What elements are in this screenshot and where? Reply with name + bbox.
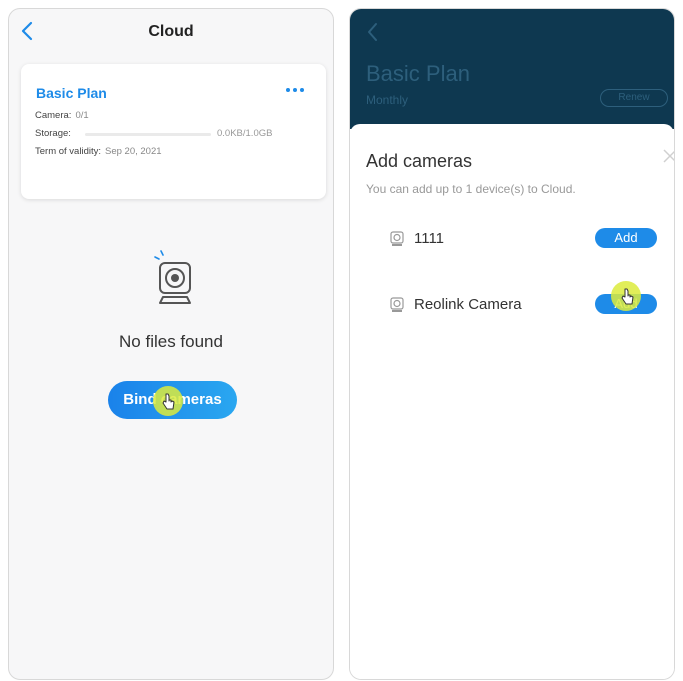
add-cameras-screen: Basic Plan Monthly Renew Add cameras You…	[349, 8, 675, 680]
renew-button[interactable]: Renew	[600, 89, 668, 107]
page-title: Cloud	[148, 23, 194, 40]
term-row: Term of validity: Sep 20, 2021	[35, 146, 162, 157]
cloud-screen: Cloud Basic Plan Camera: 0/1 Storage: 0.0…	[8, 8, 334, 680]
camera-icon	[154, 250, 191, 304]
camera-label: Camera:	[35, 110, 72, 121]
hand-cursor-icon	[162, 393, 175, 410]
plan-header: Basic Plan Monthly Renew	[350, 9, 674, 129]
camera-name: Reolink Camera	[414, 296, 522, 313]
more-horizontal-icon[interactable]	[286, 79, 312, 92]
camera-icon	[390, 297, 404, 312]
camera-value: 0/1	[75, 110, 89, 121]
sheet-subtitle: You can add up to 1 device(s) to Cloud.	[366, 182, 576, 196]
hand-cursor-icon	[621, 288, 634, 305]
camera-icon	[390, 231, 404, 246]
camera-count-row: Camera: 0/1	[35, 110, 89, 121]
storage-label: Storage:	[35, 128, 71, 139]
storage-row: Storage:	[35, 128, 71, 139]
plan-card: Basic Plan Camera: 0/1 Storage: 0.0KB/1.0…	[21, 64, 326, 199]
sheet-title: Add cameras	[366, 151, 473, 171]
header: Cloud	[9, 9, 333, 53]
close-icon[interactable]	[662, 148, 675, 164]
add-camera-button[interactable]: Add	[595, 228, 657, 248]
empty-state-message: No files found	[119, 332, 223, 351]
term-label: Term of validity:	[35, 146, 101, 157]
plan-title: Basic Plan	[366, 61, 470, 86]
chevron-left-icon[interactable]	[364, 21, 382, 43]
term-value: Sep 20, 2021	[105, 146, 162, 157]
camera-list-item: 1111 Add	[350, 224, 674, 254]
camera-name: 1111	[414, 230, 445, 247]
storage-progress-bar	[85, 133, 211, 136]
storage-value: 0.0KB/1.0GB	[217, 128, 273, 139]
plan-subtitle: Monthly	[366, 93, 409, 107]
plan-name: Basic Plan	[36, 85, 107, 101]
add-cameras-sheet: Add cameras You can add up to 1 device(s…	[350, 124, 675, 679]
